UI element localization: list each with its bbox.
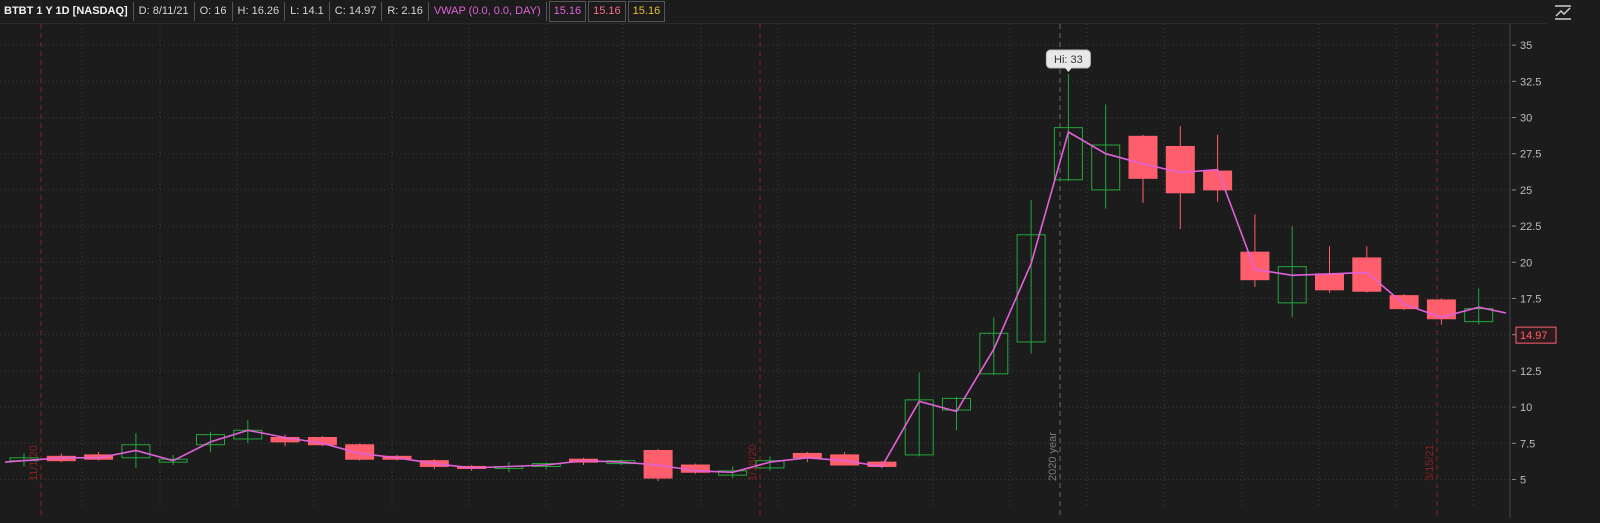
high-callout-pointer <box>1064 67 1073 73</box>
candle-body-down <box>1315 273 1344 291</box>
y-tick-label: 35 <box>1520 40 1532 52</box>
candle-body-down <box>345 444 375 460</box>
vwap-line <box>4 130 1507 474</box>
candle-body-down <box>1128 135 1158 179</box>
separator-label: 3/15/21 <box>1424 444 1436 481</box>
y-tick-label: 12.5 <box>1520 366 1541 378</box>
vwap-study-label[interactable]: VWAP (0.0, 0.0, DAY) <box>429 2 547 21</box>
candle-body-down <box>1426 299 1456 320</box>
y-tick-label: 25 <box>1520 185 1532 197</box>
vwap-value-3: 15.16 <box>627 1 666 22</box>
range-readout: R: 2.16 <box>382 2 429 21</box>
y-tick-label: 30 <box>1520 113 1532 125</box>
open-readout: O: 16 <box>195 2 233 21</box>
symbol-label[interactable]: BTBT 1 Y 1D [NASDAQ] <box>0 2 134 21</box>
candle-body-down <box>1203 170 1233 191</box>
low-readout: L: 14.1 <box>285 2 330 21</box>
vwap-value-2: 15.16 <box>588 1 626 22</box>
y-tick-label: 10 <box>1520 402 1532 414</box>
candle-body-down <box>1352 257 1382 292</box>
y-tick-label: 5 <box>1520 475 1526 487</box>
y-tick-label: 7.5 <box>1520 438 1535 450</box>
expand-chart-icon[interactable] <box>1552 2 1574 22</box>
separator-label: 11/1/20 <box>28 445 40 481</box>
separator-label: 2020 year <box>1047 432 1059 481</box>
current-price-label: 14.97 <box>1520 330 1548 342</box>
y-tick-label: 27.5 <box>1520 149 1541 161</box>
candlestick-chart[interactable]: 3532.53027.52522.52017.51512.5107.5511/1… <box>0 24 1600 518</box>
y-tick-label: 17.5 <box>1520 294 1541 306</box>
high-callout-label: Hi: 33 <box>1054 54 1083 66</box>
y-tick-label: 22.5 <box>1520 221 1541 233</box>
candle-body-down <box>1389 295 1419 310</box>
close-readout: C: 14.97 <box>330 2 383 21</box>
date-readout: D: 8/11/21 <box>134 2 195 21</box>
separator-label: 1/18/20 <box>747 444 759 481</box>
vwap-value-1: 15.16 <box>548 1 587 22</box>
price-chart[interactable]: 3532.53027.52522.52017.51512.5107.5511/1… <box>0 24 1600 523</box>
y-tick-label: 20 <box>1520 257 1532 269</box>
candle-body-down <box>1240 251 1270 281</box>
y-tick-label: 32.5 <box>1520 76 1541 88</box>
high-readout: H: 16.26 <box>233 2 286 21</box>
chart-header: BTBT 1 Y 1D [NASDAQ] D: 8/11/21 O: 16 H:… <box>0 0 1548 24</box>
